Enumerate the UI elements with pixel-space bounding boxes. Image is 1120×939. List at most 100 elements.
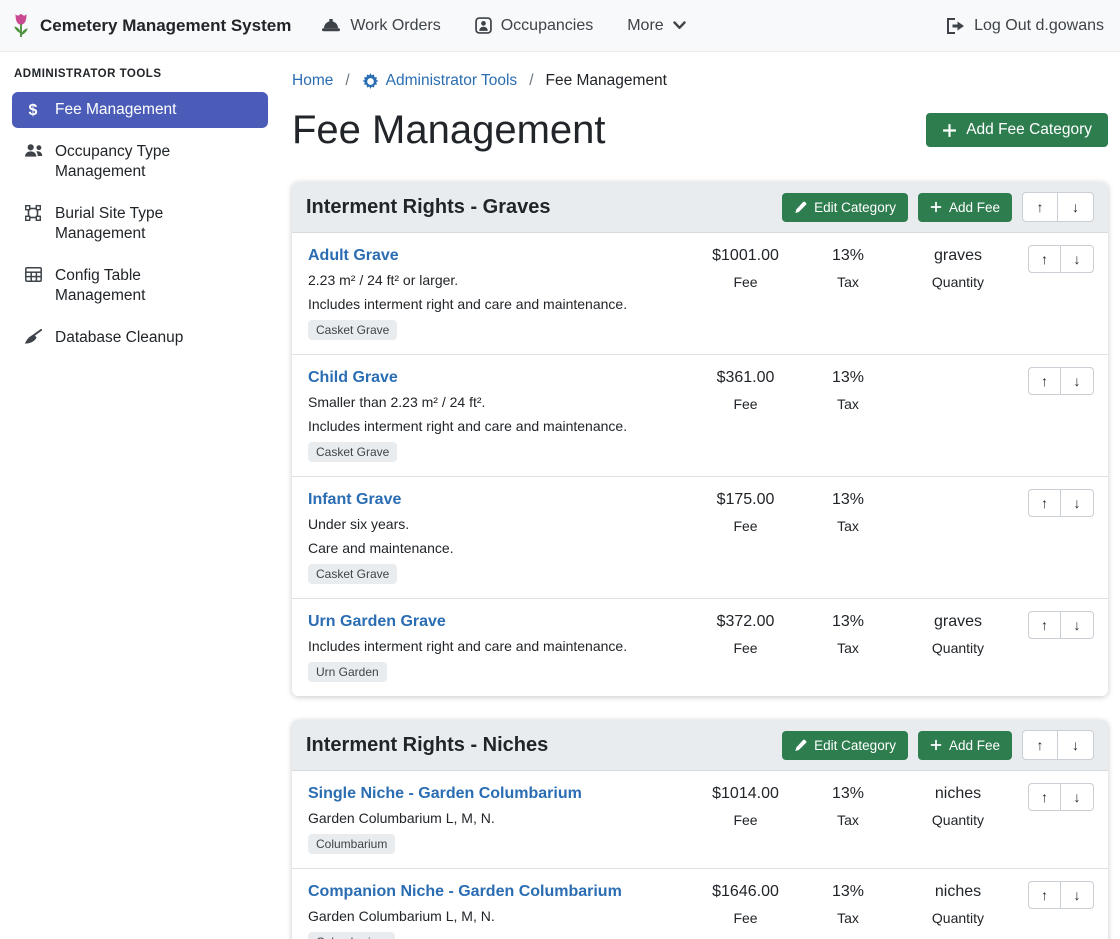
fee-category-card: Interment Rights - Niches Edit Category … [292,720,1108,939]
sidebar-item-occupancy-type-management[interactable]: Occupancy Type Management [12,134,268,190]
add-fee-button[interactable]: Add Fee [918,193,1012,222]
fee-tax-column: 13% Tax [798,783,898,828]
edit-category-button[interactable]: Edit Category [782,731,908,760]
move-fee-down-button[interactable]: ↓ [1061,489,1094,517]
sidebar-item-label: Database Cleanup [55,328,183,348]
sidebar-item-database-cleanup[interactable]: Database Cleanup [12,320,268,356]
tulip-logo-icon [10,12,32,40]
fee-reorder-buttons: ↑ ↓ [1028,783,1094,811]
edit-category-button[interactable]: Edit Category [782,193,908,222]
fee-amount-label: Fee [693,518,798,534]
fee-amount: $1646.00 [693,881,798,902]
fee-name-link[interactable]: Adult Grave [308,245,399,266]
add-fee-category-label: Add Fee Category [966,121,1092,139]
fee-description: Garden Columbarium L, M, N. [308,907,685,926]
fee-amount: $1014.00 [693,783,798,804]
breadcrumb-home-link[interactable]: Home [292,72,333,90]
nav-occupancies[interactable]: Occupancies [475,17,594,35]
sidebar-item-fee-management[interactable]: $ Fee Management [12,92,268,128]
hard-hat-icon [321,17,341,34]
sidebar-item-label: Config Table Management [55,266,230,306]
nav-occupancies-label: Occupancies [501,17,594,35]
fee-name-link[interactable]: Child Grave [308,367,398,388]
move-fee-down-button[interactable]: ↓ [1061,367,1094,395]
dollar-icon: $ [22,101,44,120]
fee-name-link[interactable]: Companion Niche - Garden Columbarium [308,881,622,902]
logout-link[interactable]: Log Out d.gowans [946,17,1104,35]
app-brand-link[interactable]: Cemetery Management System [10,12,291,40]
breadcrumb-admin-tools-label: Administrator Tools [386,72,518,90]
move-fee-up-button[interactable]: ↑ [1028,783,1061,811]
fee-row: Urn Garden Grave Includes interment righ… [292,599,1108,696]
page-layout: ADMINISTRATOR TOOLS $ Fee Management Occ… [0,52,1120,939]
page-title: Fee Management [292,104,606,156]
pencil-icon [794,201,807,214]
sidebar-item-burial-site-type-management[interactable]: Burial Site Type Management [12,196,268,252]
move-fee-down-button[interactable]: ↓ [1061,881,1094,909]
fee-reorder-buttons: ↑ ↓ [1028,881,1094,909]
fee-info: Child Grave Smaller than 2.23 m² / 24 ft… [308,367,693,462]
move-fee-up-button[interactable]: ↑ [1028,881,1061,909]
move-category-down-button[interactable]: ↓ [1058,730,1094,760]
nav-more[interactable]: More [627,17,685,35]
move-category-up-button[interactable]: ↑ [1022,192,1058,222]
vector-square-icon [22,205,44,221]
add-fee-label: Add Fee [949,738,1000,753]
fee-type-badge: Urn Garden [308,662,387,682]
sidebar-item-config-table-management[interactable]: Config Table Management [12,258,268,314]
sidebar-item-label: Burial Site Type Management [55,204,230,244]
logout-label: Log Out d.gowans [974,17,1104,35]
fee-tax-label: Tax [798,396,898,412]
move-fee-up-button[interactable]: ↑ [1028,611,1061,639]
move-fee-down-button[interactable]: ↓ [1061,611,1094,639]
category-reorder-buttons: ↑ ↓ [1022,730,1094,760]
fee-tax-label: Tax [798,518,898,534]
fee-quantity-column: graves Quantity [898,611,1018,656]
fee-type-badge: Casket Grave [308,320,397,340]
category-title: Interment Rights - Graves [306,196,772,219]
fee-type-badge: Columbarium [308,932,395,939]
sidebar-heading: ADMINISTRATOR TOOLS [12,66,268,92]
fee-amount-label: Fee [693,274,798,290]
fee-row: Companion Niche - Garden Columbarium Gar… [292,869,1108,939]
move-fee-down-button[interactable]: ↓ [1061,783,1094,811]
move-category-down-button[interactable]: ↓ [1058,192,1094,222]
fee-row: Child Grave Smaller than 2.23 m² / 24 ft… [292,355,1108,477]
fee-reorder-buttons: ↑ ↓ [1028,367,1094,395]
fee-reorder-buttons: ↑ ↓ [1028,611,1094,639]
nav-work-orders[interactable]: Work Orders [321,17,440,35]
fee-amount-label: Fee [693,640,798,656]
fee-info: Urn Garden Grave Includes interment righ… [308,611,693,682]
fee-name-link[interactable]: Single Niche - Garden Columbarium [308,783,582,804]
breadcrumb-admin-tools-link[interactable]: Administrator Tools [362,72,518,90]
fee-description: Under six years. [308,515,685,534]
move-fee-down-button[interactable]: ↓ [1061,245,1094,273]
fee-reorder-buttons: ↑ ↓ [1028,245,1094,273]
add-fee-button[interactable]: Add Fee [918,731,1012,760]
fee-tax-label: Tax [798,640,898,656]
move-fee-up-button[interactable]: ↑ [1028,367,1061,395]
navbar-links: Work Orders Occupancies More [321,17,685,35]
move-fee-up-button[interactable]: ↑ [1028,489,1061,517]
fee-quantity-column: niches Quantity [898,881,1018,926]
fee-amount-column: $175.00 Fee [693,489,798,534]
move-category-up-button[interactable]: ↑ [1022,730,1058,760]
fee-name-link[interactable]: Urn Garden Grave [308,611,446,632]
move-fee-up-button[interactable]: ↑ [1028,245,1061,273]
category-header: Interment Rights - Niches Edit Category … [292,720,1108,771]
broom-icon [22,329,44,345]
pencil-icon [794,739,807,752]
fee-description: Care and maintenance. [308,539,685,558]
add-fee-category-button[interactable]: Add Fee Category [926,113,1108,147]
fee-amount: $175.00 [693,489,798,510]
nav-more-label: More [627,17,663,35]
fee-amount-column: $1646.00 Fee [693,881,798,926]
fee-tax-column: 13% Tax [798,489,898,534]
breadcrumb: Home / Administrator Tools / Fee Managem… [292,72,1108,90]
breadcrumb-current: Fee Management [546,72,668,90]
fee-tax-column: 13% Tax [798,611,898,656]
fee-amount-column: $1014.00 Fee [693,783,798,828]
fee-amount: $372.00 [693,611,798,632]
fee-info: Companion Niche - Garden Columbarium Gar… [308,881,693,939]
fee-name-link[interactable]: Infant Grave [308,489,401,510]
